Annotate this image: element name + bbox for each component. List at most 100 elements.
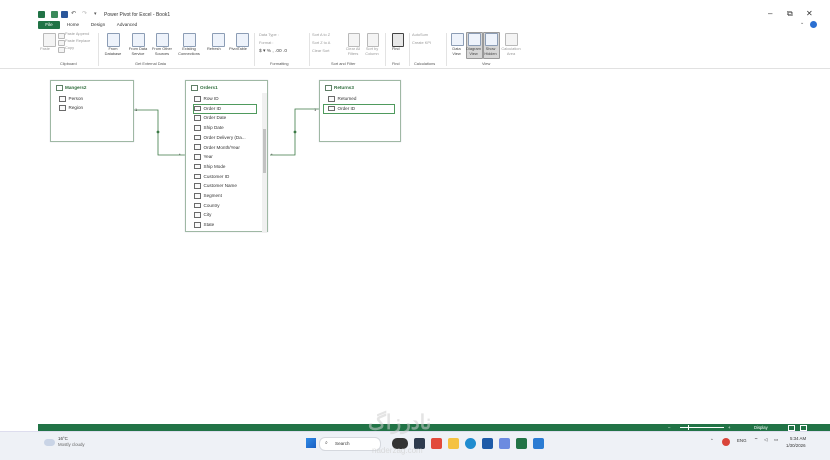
number-format-buttons[interactable]: $ ▾ % , .00 .0 xyxy=(259,49,287,55)
scrollbar-thumb[interactable] xyxy=(263,129,266,173)
weather-temp[interactable]: 16°C xyxy=(58,436,68,441)
undo-icon[interactable]: ↶ xyxy=(71,10,76,17)
database-icon[interactable] xyxy=(107,33,120,47)
battery-icon[interactable]: ▭ xyxy=(774,437,778,443)
field-row[interactable]: Ship Date xyxy=(194,124,224,132)
display-button[interactable]: Display xyxy=(754,424,768,431)
paste-append-button[interactable]: Paste Append xyxy=(65,31,89,37)
sort-by-column-icon[interactable] xyxy=(367,33,379,47)
redo-icon[interactable]: ↷ xyxy=(82,10,87,17)
find-binoculars-icon[interactable] xyxy=(392,33,404,47)
field-row-selected[interactable]: Order ID xyxy=(193,103,257,114)
field-row[interactable]: Segment xyxy=(194,192,222,200)
refresh-button[interactable]: Refresh xyxy=(207,46,221,52)
language-indicator[interactable]: ENG xyxy=(737,438,747,443)
field-row[interactable]: Customer ID xyxy=(194,173,229,181)
table-header[interactable]: Orders1 xyxy=(191,85,218,91)
field-row[interactable]: City xyxy=(194,211,211,219)
show-hidden-icons-chevron-icon[interactable]: ⌃ xyxy=(710,438,714,444)
existing-connections-icon[interactable] xyxy=(183,33,196,47)
data-service-icon[interactable] xyxy=(132,33,145,47)
field-row[interactable]: Row ID xyxy=(194,95,219,103)
field-row[interactable]: Order Month/Year xyxy=(194,144,240,152)
sort-z-a-button[interactable]: Sort Z to A xyxy=(312,40,330,46)
restore-button[interactable]: ⧉ xyxy=(787,9,793,19)
start-windows-icon[interactable] xyxy=(306,438,316,448)
table-card-returns[interactable]: Returns3 Returned Order ID xyxy=(319,80,401,142)
sort-a-z-button[interactable]: Sort A to Z xyxy=(312,32,330,38)
pivottable-icon[interactable] xyxy=(236,33,249,47)
paste-button[interactable]: Paste xyxy=(40,46,50,52)
tab-home[interactable]: Home xyxy=(63,21,83,29)
zoom-slider-thumb[interactable] xyxy=(688,425,689,430)
from-other-sources-button[interactable]: From Other Sources xyxy=(150,46,174,56)
format-label[interactable]: Format : xyxy=(259,40,273,46)
edge-icon[interactable] xyxy=(465,438,476,449)
tab-file[interactable]: File xyxy=(38,21,60,29)
store-icon[interactable] xyxy=(482,438,493,449)
field-row-selected[interactable]: Order ID xyxy=(323,103,395,114)
copy-button[interactable]: Copy xyxy=(65,45,74,51)
table-header[interactable]: Mangers2 xyxy=(56,85,86,91)
field-row[interactable]: Ship Mode xyxy=(194,163,225,171)
clock-date[interactable]: 1/30/2026 xyxy=(786,443,806,448)
find-button[interactable]: Find xyxy=(392,46,400,52)
field-row[interactable]: State xyxy=(194,221,214,229)
paste-replace-button[interactable]: Paste Replace xyxy=(65,38,90,44)
field-row[interactable]: Order Delivery (Da... xyxy=(194,134,246,142)
zoom-in-icon[interactable]: + xyxy=(728,424,730,431)
field-row[interactable]: Year xyxy=(194,153,213,161)
from-data-service-button[interactable]: From Data Service xyxy=(126,46,150,56)
data-view-icon[interactable] xyxy=(451,33,464,46)
tray-app-icon[interactable] xyxy=(722,438,730,446)
field-row[interactable]: Customer Name xyxy=(194,182,237,190)
zoom-out-icon[interactable]: – xyxy=(668,424,670,431)
existing-connections-button[interactable]: Existing Connections xyxy=(176,46,202,56)
from-database-button[interactable]: From Database xyxy=(103,46,123,56)
paste-icon[interactable] xyxy=(43,33,56,47)
data-type-label[interactable]: Data Type : xyxy=(259,32,279,38)
autosum-button[interactable]: AutoSum xyxy=(412,32,428,38)
power-pivot-icon[interactable] xyxy=(51,11,58,18)
create-kpi-button[interactable]: Create KPI xyxy=(412,40,431,46)
field-row[interactable]: Country xyxy=(194,202,220,210)
table-card-managers[interactable]: Mangers2 Person Region xyxy=(50,80,134,142)
field-row[interactable]: Returned xyxy=(328,95,356,103)
zoom-slider[interactable] xyxy=(680,427,724,428)
table-card-orders[interactable]: Orders1 Row ID Order ID Order Date Ship … xyxy=(185,80,268,233)
close-button[interactable]: ✕ xyxy=(806,9,813,18)
data-view-button[interactable]: Data View xyxy=(449,46,464,56)
minimize-button[interactable]: – xyxy=(768,9,772,18)
help-icon[interactable] xyxy=(810,21,817,28)
clock-time[interactable]: 5:34 AM xyxy=(790,436,806,441)
tab-design[interactable]: Design xyxy=(88,21,108,29)
calculation-area-button[interactable]: Calculation Area xyxy=(500,46,522,56)
show-hidden-icon[interactable] xyxy=(485,33,498,46)
table-header[interactable]: Returns3 xyxy=(325,85,354,91)
filter-icon[interactable] xyxy=(348,33,360,47)
volume-icon[interactable]: ◁ xyxy=(764,437,767,443)
refresh-icon[interactable] xyxy=(212,33,225,47)
excel-taskbar-icon[interactable] xyxy=(516,438,527,449)
field-row[interactable]: Person xyxy=(59,95,83,103)
diagram-view-button[interactable]: Diagram View xyxy=(465,46,482,56)
diagram-view-icon[interactable] xyxy=(468,33,481,46)
field-row[interactable]: Region xyxy=(59,104,83,112)
pivottable-button[interactable]: PivotTable xyxy=(229,46,247,52)
clear-sort-button[interactable]: Clear Sort xyxy=(312,48,330,54)
teams-icon[interactable] xyxy=(499,438,510,449)
tab-advanced[interactable]: Advanced xyxy=(114,21,140,29)
calculation-area-icon[interactable] xyxy=(505,33,518,46)
chrome-icon[interactable] xyxy=(431,438,442,449)
table-scrollbar[interactable] xyxy=(262,93,267,233)
show-hidden-button[interactable]: Show Hidden xyxy=(483,46,498,56)
weather-desc[interactable]: Mostly cloudy xyxy=(58,442,85,447)
app-taskbar-icon[interactable] xyxy=(533,438,544,449)
save-icon[interactable] xyxy=(61,11,68,18)
weather-cloud-icon[interactable] xyxy=(44,439,55,446)
quick-access-dropdown-icon[interactable]: ▾ xyxy=(94,11,97,17)
file-explorer-icon[interactable] xyxy=(448,438,459,449)
collapse-ribbon-icon[interactable]: ⌄ xyxy=(800,20,804,26)
field-row[interactable]: Order Date xyxy=(194,114,226,122)
diagram-view-canvas[interactable]: 1 * * 1 Mangers2 Person Region Orders1 R… xyxy=(38,71,830,425)
